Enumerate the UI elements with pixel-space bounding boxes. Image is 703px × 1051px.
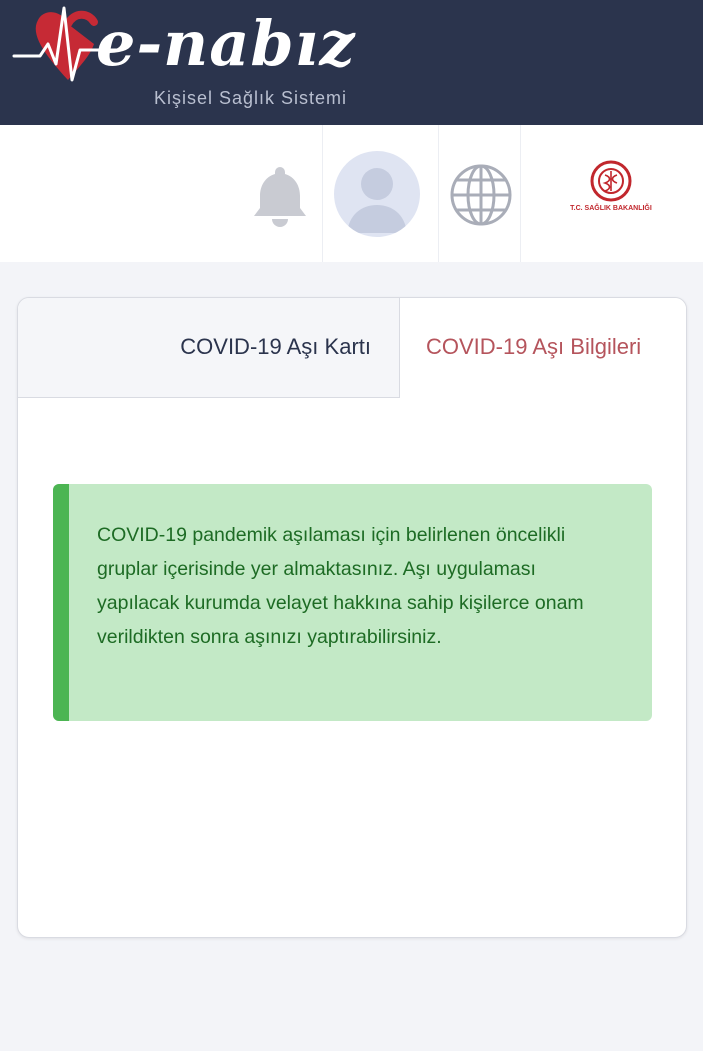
success-alert: COVID-19 pandemik aşılaması için belirle…: [53, 484, 652, 721]
ministry-emblem-icon: [590, 160, 632, 202]
tab-vaccine-info[interactable]: COVID-19 Aşı Bilgileri: [400, 298, 686, 398]
alert-message: COVID-19 pandemik aşılaması için belirle…: [97, 524, 584, 648]
nav-divider: [322, 125, 323, 262]
app-logo-subtitle: Kişisel Sağlık Sistemi: [154, 88, 348, 108]
vaccine-info-card: COVID-19 Aşı Kartı COVID-19 Aşı Bilgiler…: [17, 297, 687, 938]
avatar[interactable]: [334, 151, 420, 237]
alert-accent-bar: [53, 484, 69, 721]
user-avatar-icon: [347, 168, 407, 233]
app-header: e-nabız Kişisel Sağlık Sistemi: [0, 0, 703, 125]
tab-label: COVID-19 Aşı Kartı: [180, 334, 371, 359]
ministry-label: T.C. SAĞLIK BAKANLIĞI: [570, 205, 652, 212]
globe-icon[interactable]: [447, 161, 515, 229]
tab-vaccine-card[interactable]: COVID-19 Aşı Kartı: [18, 298, 400, 398]
nav-divider: [438, 125, 439, 262]
top-navbar: T.C. SAĞLIK BAKANLIĞI: [0, 125, 703, 262]
ministry-logo[interactable]: T.C. SAĞLIK BAKANLIĞI: [561, 159, 661, 219]
tab-label: COVID-19 Aşı Bilgileri: [426, 334, 642, 359]
app-logo-text: e-nabız: [96, 7, 356, 80]
nav-divider: [520, 125, 521, 262]
bell-icon[interactable]: [251, 165, 309, 229]
